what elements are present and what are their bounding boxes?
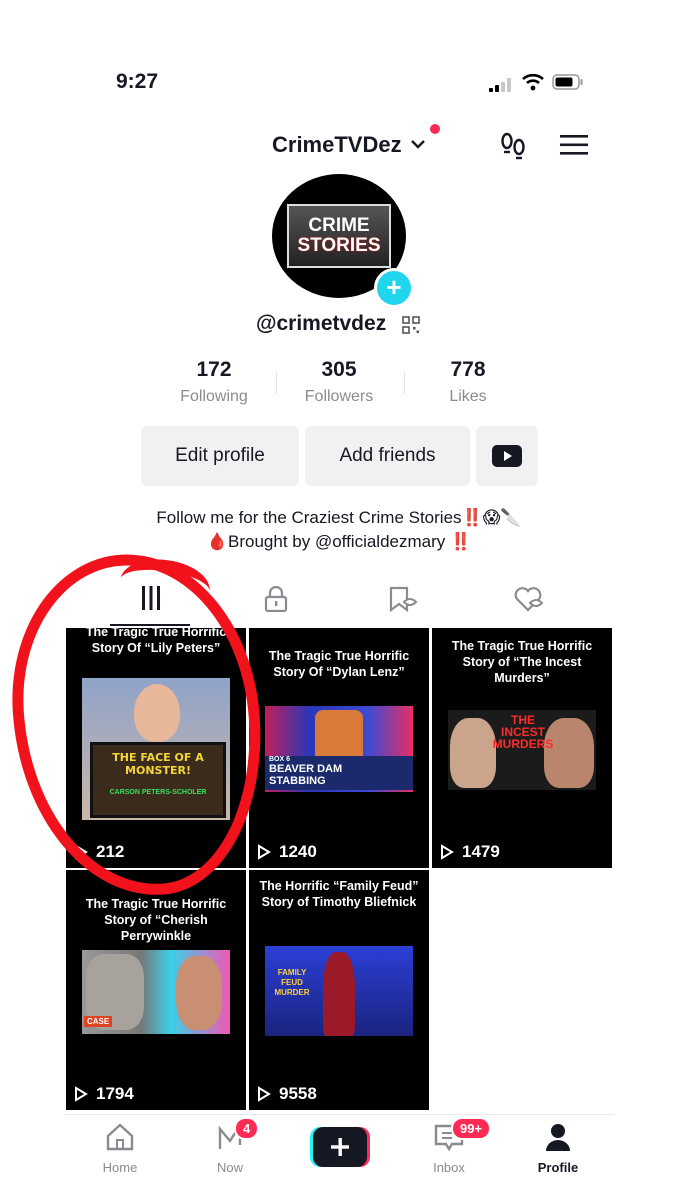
status-time: 9:27 [116, 70, 159, 93]
profile-handle: @crimetvdez [256, 312, 387, 335]
thumb-person [323, 952, 355, 1036]
nav-profile[interactable]: Profile [518, 1123, 598, 1175]
play-icon [258, 844, 271, 860]
video-tile[interactable]: The Tragic True Horrific Story Of “Dylan… [249, 628, 429, 868]
nav-label: Profile [537, 1160, 579, 1175]
stat-label: Likes [449, 388, 487, 405]
nav-label: Inbox [433, 1160, 465, 1175]
thumb-face [315, 710, 363, 762]
stat-divider [404, 372, 405, 394]
home-icon [106, 1123, 134, 1151]
bottom-nav: Home Now 4 Inbox 99+ Profile [64, 1114, 614, 1201]
nav-label: Home [102, 1160, 138, 1175]
nav-inbox[interactable]: Inbox 99+ [409, 1117, 492, 1175]
add-friends-button[interactable]: Add friends [305, 426, 470, 486]
thumb-text: THE INCEST MURDERS [492, 713, 554, 751]
signal-icon [489, 78, 511, 92]
notification-dot [430, 124, 440, 134]
menu-icon[interactable] [560, 134, 588, 156]
thumb-text: CASE [84, 1016, 113, 1027]
edit-profile-button[interactable]: Edit profile [141, 426, 299, 486]
view-count: 1794 [74, 1084, 134, 1104]
view-count-value: 1240 [279, 842, 317, 861]
thumb-banner: BOX 6 BEAVER DAM STABBING [265, 756, 413, 790]
stat-label: Followers [304, 388, 374, 405]
status-bar: 9:27 [64, 48, 614, 108]
create-icon [310, 1127, 370, 1167]
bio-line: Follow me for the Craziest Crime Stories… [156, 508, 522, 527]
stat-value: 172 [196, 358, 232, 381]
play-icon [258, 1086, 271, 1102]
view-count-value: 9558 [279, 1084, 317, 1103]
stat-followers[interactable]: 305 Followers [279, 358, 399, 406]
profile-header: CrimeTVDez [64, 128, 614, 168]
footsteps-icon[interactable] [498, 131, 528, 161]
avatar-logo: CRIME STORIES [287, 204, 391, 268]
heart-hidden-icon[interactable] [514, 586, 544, 612]
video-tile[interactable]: The Horrific “Family Feud” Story of Timo… [249, 870, 429, 1110]
thumb-caption: BOX 6 [269, 756, 291, 763]
stat-likes[interactable]: 778 Likes [408, 358, 528, 406]
youtube-button[interactable] [476, 426, 538, 486]
profile-icon [546, 1124, 570, 1151]
wifi-icon [522, 73, 544, 91]
play-icon [441, 844, 454, 860]
account-switcher[interactable]: CrimeTVDez [272, 132, 402, 158]
stat-value: 778 [450, 358, 486, 381]
thumb-text: BEAVER DAM STABBING [269, 763, 343, 787]
view-count-value: 1479 [462, 842, 500, 861]
video-thumbnail: CASE [82, 950, 230, 1034]
video-title: The Tragic True Horrific Story Of “Dylan… [268, 649, 410, 679]
create-button[interactable] [310, 1127, 370, 1167]
avatar-logo-line2: STORIES [297, 235, 381, 256]
youtube-icon [492, 445, 522, 467]
inbox-badge: 99+ [451, 1117, 492, 1140]
stat-value: 305 [321, 358, 357, 381]
play-icon [75, 1086, 88, 1102]
video-title: The Horrific “Family Feud” Story of Timo… [259, 879, 419, 909]
view-count: 1479 [440, 842, 500, 862]
profile-stats: 172 Following 305 Followers 778 Likes [154, 358, 524, 418]
video-title: The Tragic True Horrific Story of “The I… [451, 639, 593, 685]
thumb-text: FAMILY FEUD MURDER [274, 968, 310, 997]
video-thumbnail: BOX 6 BEAVER DAM STABBING [265, 706, 413, 792]
profile-bio: Follow me for the Craziest Crime Stories… [64, 506, 614, 554]
nav-now[interactable]: Now 4 [190, 1117, 270, 1175]
bookmark-icon[interactable] [388, 586, 418, 612]
stat-following[interactable]: 172 Following [154, 358, 274, 406]
stat-label: Following [180, 388, 248, 405]
avatar-logo-line1: CRIME [308, 215, 370, 236]
video-thumbnail: THE INCEST MURDERS [448, 710, 596, 790]
nav-home[interactable]: Home [80, 1123, 160, 1175]
view-count: 1240 [257, 842, 317, 862]
battery-icon [552, 74, 583, 90]
view-count-value: 1794 [96, 1084, 134, 1103]
nav-label: Now [216, 1160, 243, 1175]
qr-code-icon[interactable] [402, 316, 420, 334]
video-tile[interactable]: The Tragic True Horrific Story of “The I… [432, 628, 612, 868]
video-thumbnail: FAMILY FEUD MURDER [265, 946, 413, 1036]
plus-icon[interactable]: + [374, 268, 414, 308]
lock-icon[interactable] [264, 586, 288, 612]
video-tile[interactable]: The Tragic True Horrific Story of “Cheri… [66, 870, 246, 1110]
thumb-face [176, 956, 222, 1030]
chevron-down-icon[interactable] [410, 138, 426, 150]
stat-divider [276, 372, 277, 394]
video-title: The Tragic True Horrific Story of “Cheri… [85, 897, 227, 943]
view-count: 9558 [257, 1084, 317, 1104]
now-badge: 4 [234, 1117, 260, 1140]
bio-line: 🩸Brought by @officialdezmary ‼️ [206, 532, 472, 551]
